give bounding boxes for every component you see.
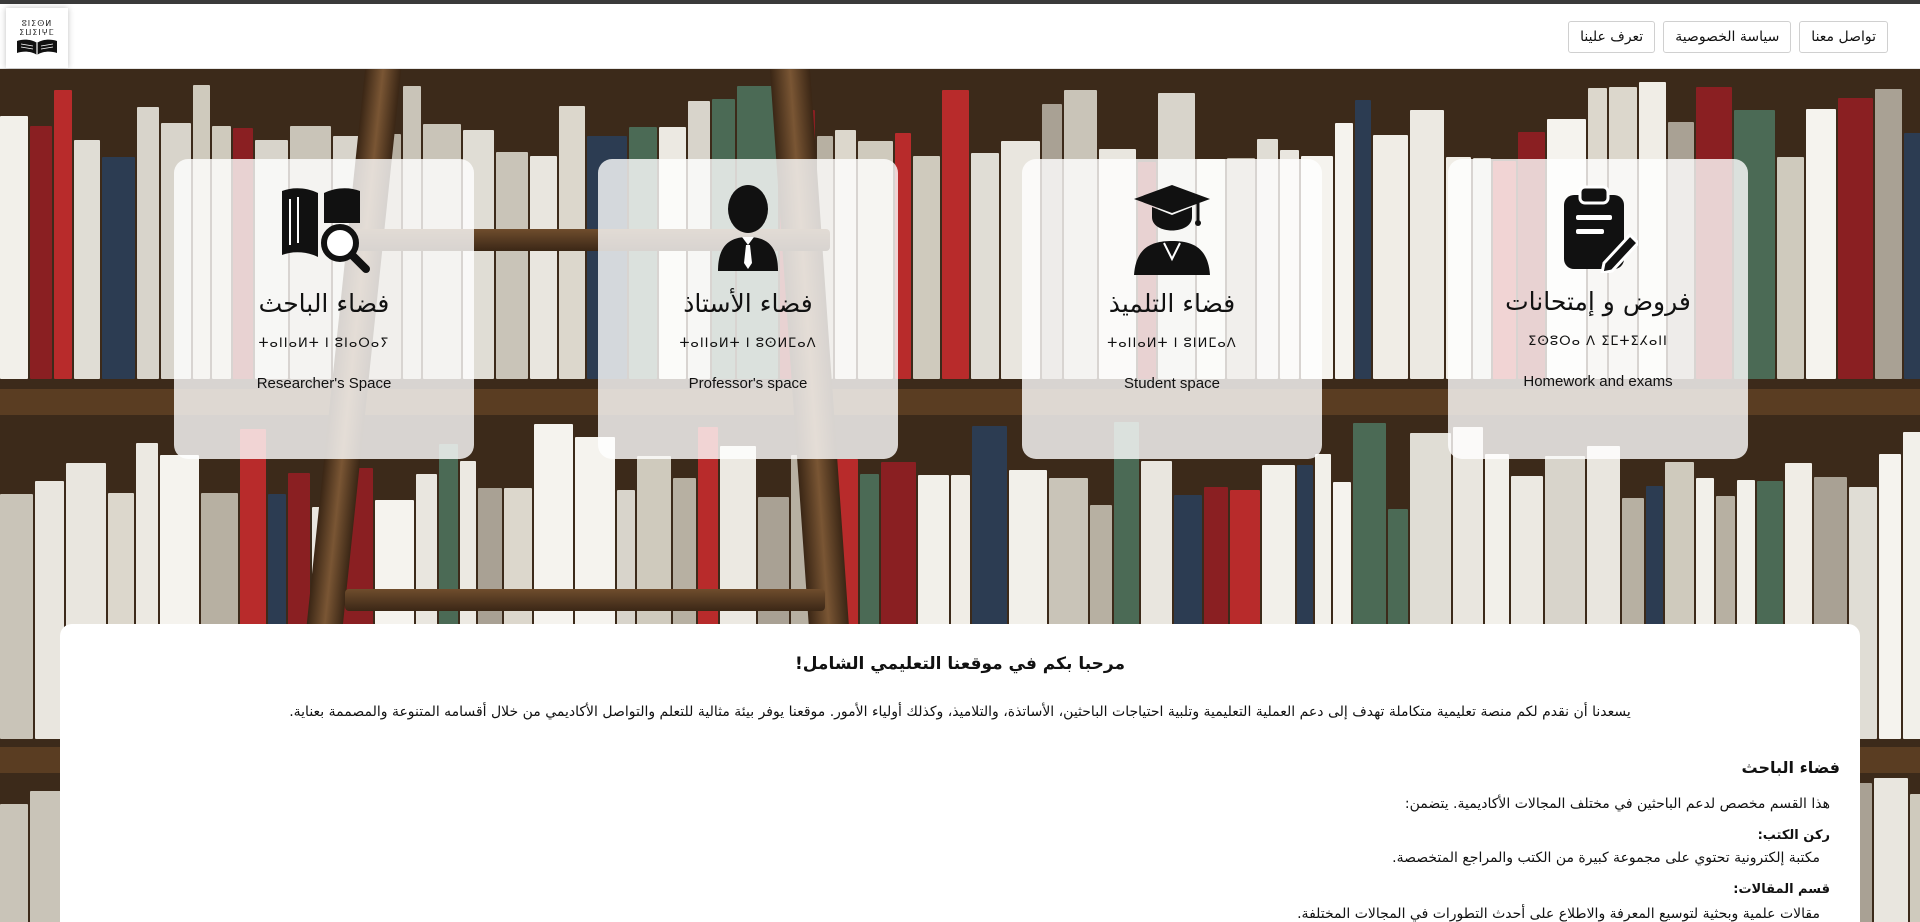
nav-contact-button[interactable]: تواصل معنا [1799, 21, 1888, 53]
navbar: ⵓⵏⵉⵙⵍ ⵉⵡⵉⵏⵖⵎ تواصل معنا سياسة الخصوصية ت… [0, 4, 1920, 69]
subsection-articles-title: قسم المقالات: [1733, 882, 1830, 897]
card-title-ar: فضاء التلميذ [1108, 289, 1236, 318]
card-researcher-space[interactable]: فضاء الباحث ⵜⴰⵏⵏⴰⵍⵜ ⵏ ⵓⵏⴰⵔⴰⵢ Researcher'… [174, 159, 474, 459]
card-homework-exams[interactable]: فروض و إمتحانات ⵉⵙⵓⵔⴰ ⴷ ⵉⵎⵜⵉⵃⴰⵏⵏ Homewor… [1448, 159, 1748, 459]
space-cards: فروض و إمتحانات ⵉⵙⵓⵔⴰ ⴷ ⵉⵎⵜⵉⵃⴰⵏⵏ Homewor… [0, 159, 1920, 459]
site-logo[interactable]: ⵓⵏⵉⵙⵍ ⵉⵡⵉⵏⵖⵎ [6, 8, 68, 68]
logo-text-line2: ⵉⵡⵉⵏⵖⵎ [19, 28, 55, 37]
card-title-tifinagh: ⵉⵙⵓⵔⴰ ⴷ ⵉⵎⵜⵉⵃⴰⵏⵏ [1528, 334, 1668, 349]
nav-about-button[interactable]: تعرف علينا [1568, 21, 1656, 53]
nav-links: تواصل معنا سياسة الخصوصية تعرف علينا [1568, 21, 1888, 53]
intro-paragraph: يسعدنا أن نقدم لكم منصة تعليمية متكاملة … [289, 704, 1631, 720]
book-search-icon [282, 188, 370, 273]
clipboard-edit-icon [1564, 185, 1638, 273]
section-heading-researcher: فضاء الباحث [1741, 758, 1841, 777]
logo-text-line1: ⵓⵏⵉⵙⵍ [21, 19, 53, 28]
card-title-ar: فروض و إمتحانات [1505, 287, 1691, 316]
subsection-books-desc: مكتبة إلكترونية تحتوي على مجموعة كبيرة م… [1392, 850, 1820, 866]
open-book-icon [17, 39, 57, 55]
card-title-en: Professor's space [688, 375, 808, 392]
welcome-heading: مرحبا بكم في موقعنا التعليمي الشامل! [795, 654, 1125, 674]
card-title-tifinagh: ⵜⴰⵏⵏⴰⵍⵜ ⵏ ⵓⵏⴰⵔⴰⵢ [258, 336, 390, 351]
card-professor-space[interactable]: فضاء الأستاذ ⵜⴰⵏⵏⴰⵍⵜ ⵏ ⵓⵙⵍⵎⴰⴷ Professor'… [598, 159, 898, 459]
card-title-tifinagh: ⵜⴰⵏⵏⴰⵍⵜ ⵏ ⵓⵏⵍⵎⴰⴷ [1107, 336, 1237, 351]
subsection-articles-desc: مقالات علمية وبحثية لتوسيع المعرفة والاط… [1297, 906, 1820, 922]
card-student-space[interactable]: فضاء التلميذ ⵜⴰⵏⵏⴰⵍⵜ ⵏ ⵓⵏⵍⵎⴰⴷ Student sp… [1022, 159, 1322, 459]
nav-privacy-button[interactable]: سياسة الخصوصية [1663, 21, 1792, 53]
card-title-ar: فضاء الأستاذ [683, 289, 813, 318]
welcome-content: مرحبا بكم في موقعنا التعليمي الشامل! يسع… [60, 624, 1860, 922]
professor-icon [718, 185, 778, 271]
card-title-tifinagh: ⵜⴰⵏⵏⴰⵍⵜ ⵏ ⵓⵙⵍⵎⴰⴷ [679, 336, 817, 351]
card-title-ar: فضاء الباحث [258, 289, 390, 318]
section-description: هذا القسم مخصص لدعم الباحثين في مختلف ال… [1404, 796, 1830, 812]
subsection-books-title: ركن الكتب: [1757, 828, 1830, 843]
card-title-en: Student space [1124, 375, 1220, 392]
card-title-en: Homework and exams [1523, 373, 1673, 390]
card-title-en: Researcher's Space [256, 375, 392, 392]
graduate-icon [1134, 185, 1210, 275]
